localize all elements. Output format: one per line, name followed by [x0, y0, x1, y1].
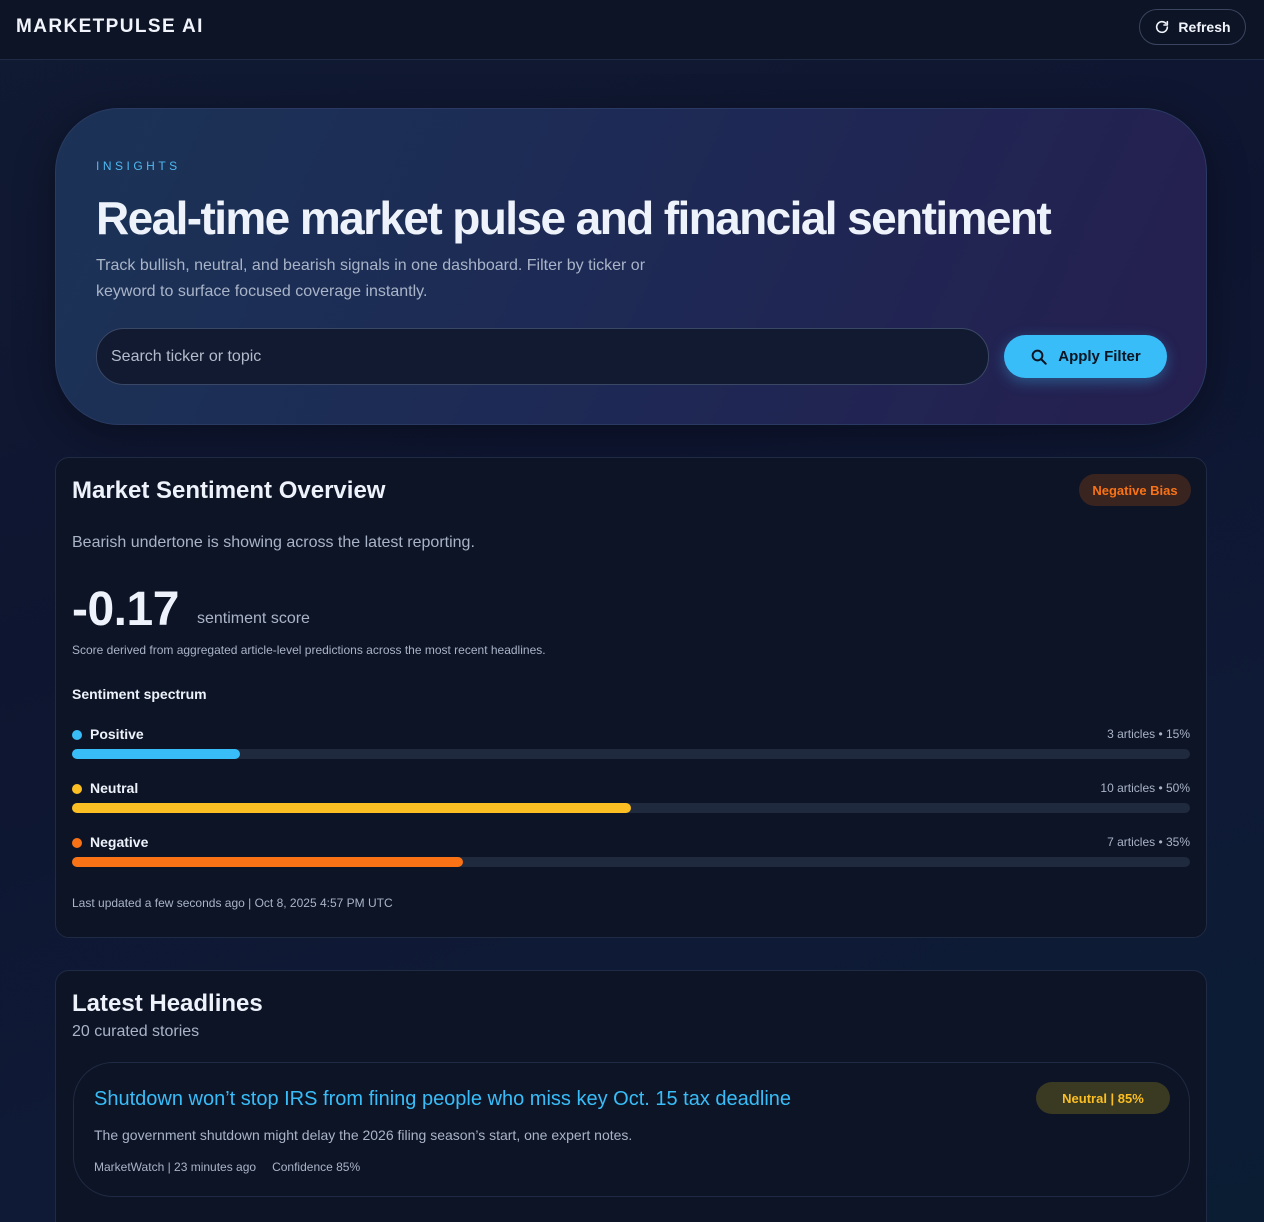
- headline-meta: MarketWatch | 23 minutes ago Confidence …: [94, 1160, 360, 1174]
- sentiment-row-positive: Positive 3 articles • 15%: [72, 726, 1190, 766]
- apply-filter-button[interactable]: Apply Filter: [1004, 335, 1167, 378]
- top-bar: MARKETPULSE AI Refresh: [0, 0, 1264, 60]
- overview-description: Bearish undertone is showing across the …: [72, 534, 475, 551]
- sentiment-fill-positive: [72, 749, 240, 759]
- score-note: Score derived from aggregated article-le…: [72, 643, 546, 657]
- brand-logo: MARKETPULSE AI: [16, 16, 204, 37]
- headline-link[interactable]: Shutdown won’t stop IRS from fining peop…: [94, 1088, 791, 1111]
- sentiment-track: [72, 857, 1190, 867]
- headline-source-time: MarketWatch | 23 minutes ago: [94, 1160, 257, 1174]
- negative-dot-icon: [72, 838, 82, 848]
- latest-headlines-card: Latest Headlines 20 curated stories Shut…: [55, 970, 1207, 1222]
- sentiment-overview-card: Market Sentiment Overview Negative Bias …: [55, 457, 1207, 938]
- headlines-count: 20 curated stories: [72, 1023, 200, 1040]
- refresh-label: Refresh: [1178, 19, 1231, 35]
- sentiment-fill-neutral: [72, 803, 631, 813]
- refresh-icon: [1156, 20, 1169, 34]
- sentiment-label: Negative: [90, 834, 149, 850]
- sentiment-label: Neutral: [90, 780, 139, 796]
- hero-eyebrow: INSIGHTS: [96, 159, 181, 173]
- headlines-title: Latest Headlines: [72, 990, 263, 1017]
- sentiment-score: -0.17: [72, 583, 179, 636]
- refresh-button[interactable]: Refresh: [1139, 9, 1246, 45]
- search-input[interactable]: [96, 328, 989, 385]
- sentiment-label: Positive: [90, 726, 144, 742]
- positive-dot-icon: [72, 730, 82, 740]
- sentiment-row-neutral: Neutral 10 articles • 50%: [72, 780, 1190, 820]
- sentiment-count: 3 articles • 15%: [1107, 727, 1190, 741]
- last-updated: Last updated a few seconds ago | Oct 8, …: [72, 896, 393, 910]
- search-icon: [1031, 349, 1047, 365]
- sentiment-score-label: sentiment score: [197, 610, 310, 627]
- apply-filter-label: Apply Filter: [1058, 348, 1141, 365]
- sentiment-fill-negative: [72, 857, 464, 867]
- hero-panel: INSIGHTS Real-time market pulse and fina…: [55, 108, 1207, 425]
- headline-summary: The government shutdown might delay the …: [94, 1127, 633, 1143]
- sentiment-row-negative: Negative 7 articles • 35%: [72, 834, 1190, 874]
- sentiment-track: [72, 803, 1190, 813]
- sentiment-track: [72, 749, 1190, 759]
- sentiment-badge: Neutral | 85%: [1036, 1082, 1170, 1114]
- sentiment-count: 7 articles • 35%: [1107, 835, 1190, 849]
- headline-card: Shutdown won’t stop IRS from fining peop…: [73, 1062, 1190, 1197]
- headline-confidence: Confidence 85%: [272, 1160, 361, 1174]
- overview-title: Market Sentiment Overview: [72, 477, 386, 504]
- neutral-dot-icon: [72, 784, 82, 794]
- spectrum-title: Sentiment spectrum: [72, 686, 207, 702]
- hero-subtitle: Track bullish, neutral, and bearish sign…: [96, 257, 646, 300]
- sentiment-count: 10 articles • 50%: [1100, 781, 1190, 795]
- hero-title: Real-time market pulse and financial sen…: [96, 192, 1052, 244]
- bias-badge: Negative Bias: [1079, 474, 1191, 506]
